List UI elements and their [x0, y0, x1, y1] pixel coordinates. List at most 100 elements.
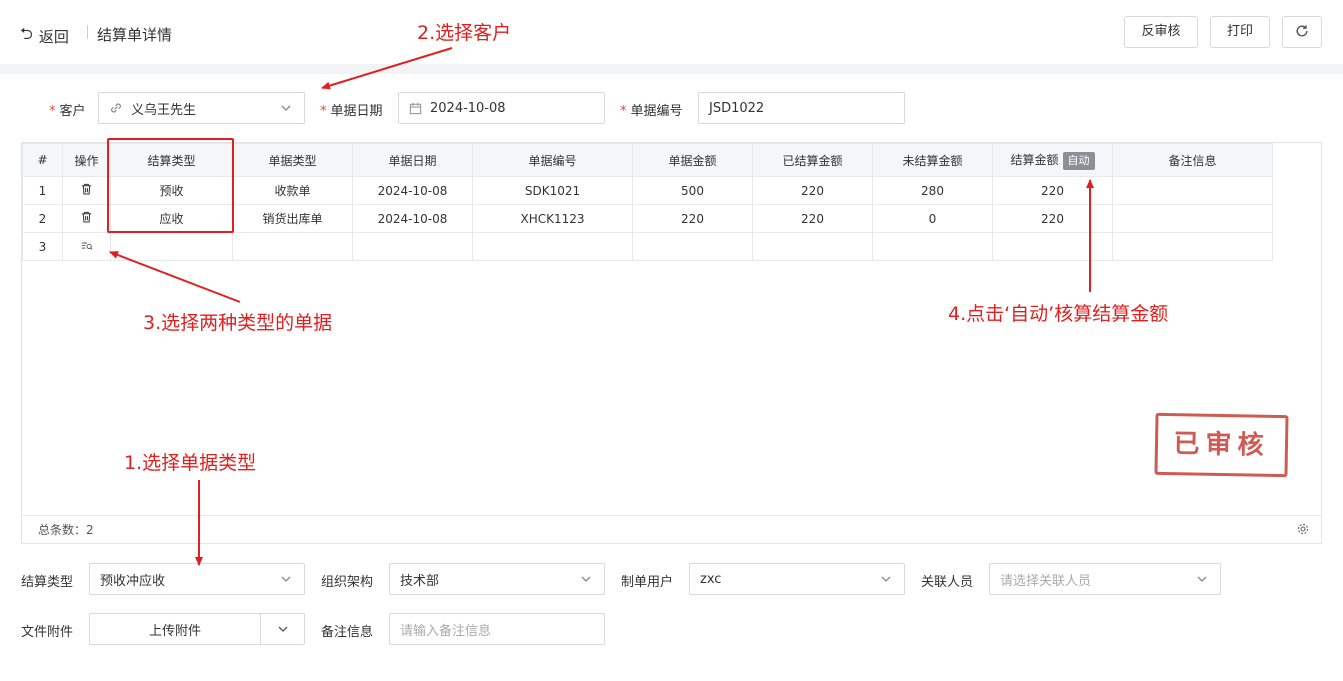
cell-unsettled — [872, 232, 993, 261]
col-header-action: 操作 — [62, 143, 111, 177]
cell-doc-date — [352, 232, 473, 261]
undo-arrow-icon: ⮌ — [20, 24, 33, 43]
annotation-select-doc-type: 1.选择单据类型 — [124, 452, 257, 474]
settle-type-select[interactable]: 预收冲应收 — [89, 563, 305, 595]
refresh-button[interactable] — [1282, 16, 1322, 48]
approved-stamp: 已审核 — [1154, 412, 1289, 478]
trash-icon — [81, 211, 92, 223]
doc-date-value: 2024-10-08 — [430, 100, 506, 116]
print-button[interactable]: 打印 — [1210, 16, 1270, 48]
chevron-down-icon — [881, 576, 891, 582]
doc-no-value: JSD1022 — [709, 100, 765, 116]
customer-value: 义乌王先生 — [131, 102, 197, 118]
cell-settled: 220 — [752, 176, 873, 205]
row-index: 1 — [22, 176, 63, 205]
title-divider — [87, 25, 88, 39]
cell-doc-date: 2024-10-08 — [352, 176, 473, 205]
cell-settle-amount[interactable] — [992, 232, 1113, 261]
cell-settled — [752, 232, 873, 261]
customer-label: * 客户 — [49, 104, 86, 119]
upload-button[interactable]: 上传附件 — [90, 614, 260, 644]
cell-remark[interactable] — [1112, 176, 1273, 205]
cell-doc-type — [232, 232, 353, 261]
org-value: 技术部 — [400, 573, 440, 589]
delete-row-button[interactable] — [62, 176, 111, 205]
related-select[interactable]: 请选择关联人员 — [989, 563, 1221, 595]
trash-icon — [81, 183, 92, 195]
doc-no-label: * 单据编号 — [620, 104, 683, 119]
col-header-settled: 已结算金额 — [752, 143, 873, 177]
col-header-unsettled: 未结算金额 — [872, 143, 993, 177]
related-label: 关联人员 — [921, 575, 974, 590]
col-header-amount: 单据金额 — [632, 143, 753, 177]
cell-amount: 500 — [632, 176, 753, 205]
remark-input[interactable]: 请输入备注信息 — [389, 613, 605, 645]
settle-type-label: 结算类型 — [21, 575, 74, 590]
total-count: 2 — [86, 522, 94, 537]
org-label: 组织架构 — [321, 575, 374, 590]
org-select[interactable]: 技术部 — [389, 563, 605, 595]
col-header-doc-no: 单据编号 — [472, 143, 633, 177]
chevron-down-icon — [281, 105, 291, 111]
cell-doc-type: 销货出库单 — [232, 204, 353, 233]
chevron-down-icon — [278, 626, 287, 632]
cell-remark[interactable] — [1112, 204, 1273, 233]
creator-select[interactable]: zxc — [689, 563, 905, 595]
creator-value: zxc — [700, 571, 722, 587]
cell-settle-amount[interactable]: 220 — [992, 176, 1113, 205]
cell-doc-no: XHCK1123 — [472, 204, 633, 233]
settle-type-value: 预收冲应收 — [100, 573, 166, 589]
refresh-icon — [1296, 25, 1308, 37]
cell-doc-type: 收款单 — [232, 176, 353, 205]
unaudit-button[interactable]: 反审核 — [1124, 16, 1198, 48]
cell-doc-no: SDK1021 — [472, 176, 633, 205]
list-search-icon — [81, 242, 92, 250]
settle-type-highlight-box — [107, 138, 234, 233]
calendar-icon — [409, 102, 422, 115]
total-label: 总条数： — [38, 523, 87, 537]
back-label: 返回 — [38, 28, 69, 46]
cell-remark[interactable] — [1112, 232, 1273, 261]
annotation-select-two-docs: 3.选择两种类型的单据 — [143, 312, 333, 334]
row-index: 2 — [22, 204, 63, 233]
col-header-index: # — [22, 143, 63, 177]
upload-dropdown-button[interactable] — [260, 614, 304, 644]
upload-control: 上传附件 — [89, 613, 305, 645]
table-row[interactable]: 3 — [22, 232, 1273, 261]
doc-no-input[interactable]: JSD1022 — [698, 92, 905, 124]
customer-select[interactable]: 义乌王先生 — [98, 92, 305, 124]
gear-icon[interactable] — [1297, 523, 1309, 535]
doc-date-input[interactable]: 2024-10-08 — [398, 92, 605, 124]
col-header-doc-date: 单据日期 — [352, 143, 473, 177]
cell-unsettled: 0 — [872, 204, 993, 233]
delete-row-button[interactable] — [62, 204, 111, 233]
cell-settle-amount[interactable]: 220 — [992, 204, 1113, 233]
cell-amount: 220 — [632, 204, 753, 233]
link-icon — [109, 101, 123, 115]
page-title: 结算单详情 — [97, 26, 173, 44]
cell-unsettled: 280 — [872, 176, 993, 205]
cell-doc-no — [472, 232, 633, 261]
remark-placeholder: 请输入备注信息 — [400, 623, 492, 639]
auto-button[interactable]: 自动 — [1062, 151, 1095, 170]
select-doc-button[interactable] — [62, 232, 111, 261]
cell-amount — [632, 232, 753, 261]
chevron-down-icon — [1197, 576, 1207, 582]
grid-footer: 总条数： 2 — [22, 515, 1321, 543]
col-header-settle-amount: 结算金额 自动 — [992, 143, 1113, 177]
cell-settle-type[interactable] — [110, 232, 233, 261]
doc-date-label: * 单据日期 — [320, 104, 383, 119]
col-header-doc-type: 单据类型 — [232, 143, 353, 177]
settle-amount-header-label: 结算金额 — [1010, 152, 1059, 167]
creator-label: 制单用户 — [621, 575, 674, 590]
remark-label: 备注信息 — [321, 625, 374, 640]
col-header-remark: 备注信息 — [1112, 143, 1273, 177]
chevron-down-icon — [581, 576, 591, 582]
chevron-down-icon — [281, 576, 291, 582]
cell-settled: 220 — [752, 204, 873, 233]
annotation-select-customer: 2.选择客户 — [417, 22, 512, 44]
back-button[interactable]: ⮌ 返回 — [20, 23, 69, 50]
row-index: 3 — [22, 232, 63, 261]
annotation-click-auto: 4.点击‘自动’核算结算金额 — [948, 303, 1169, 325]
top-bar: ⮌ 返回 结算单详情 反审核 打印 — [0, 0, 1343, 64]
